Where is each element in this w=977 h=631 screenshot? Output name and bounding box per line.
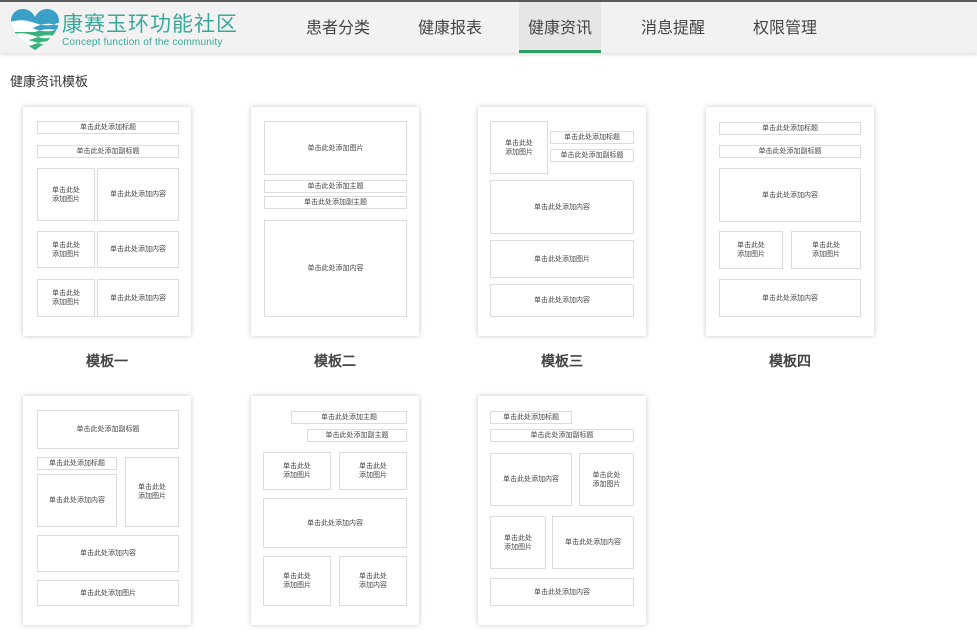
- content-placeholder[interactable]: 单击此处添加内容: [719, 168, 861, 222]
- image-placeholder[interactable]: 单击此处添加图片: [264, 121, 407, 175]
- content-placeholder[interactable]: 单击此处添加内容: [719, 279, 861, 317]
- title-placeholder[interactable]: 单击此处添加标题: [550, 131, 634, 144]
- image-placeholder[interactable]: 单击此处 添加图片: [490, 121, 548, 174]
- template-card-1[interactable]: 单击此处添加标题 单击此处添加副标题 单击此处 添加图片 单击此处添加内容 单击…: [23, 107, 191, 336]
- image-placeholder[interactable]: 单击此处 添加图片: [490, 516, 546, 569]
- title-placeholder[interactable]: 单击此处添加标题: [37, 457, 117, 470]
- template-name-2: 模板二: [314, 354, 356, 370]
- template-card-3[interactable]: 单击此处 添加图片 单击此处添加标题 单击此处添加副标题 单击此处添加内容 单击…: [478, 107, 646, 336]
- tab-message-reminder[interactable]: 消息提醒: [617, 2, 729, 53]
- subtitle-placeholder[interactable]: 单击此处添加副标题: [490, 429, 634, 442]
- tab-permission-management[interactable]: 权限管理: [729, 2, 841, 53]
- main-title-placeholder[interactable]: 单击此处添加主题: [264, 180, 407, 193]
- template-name-4: 模板四: [769, 354, 811, 370]
- subtitle-placeholder[interactable]: 单击此处添加副标题: [719, 145, 861, 158]
- image-placeholder[interactable]: 单击此处 添加图片: [37, 279, 95, 317]
- logo-title: 康赛玉环功能社区: [62, 12, 238, 36]
- template-card-4[interactable]: 单击此处添加标题 单击此处添加副标题 单击此处添加内容 单击此处 添加图片 单击…: [706, 107, 874, 336]
- logo-subtitle: Concept function of the community: [62, 37, 223, 48]
- image-placeholder[interactable]: 单击此处 添加图片: [263, 452, 331, 490]
- template-name-3: 模板三: [541, 354, 583, 370]
- sub-main-title-placeholder[interactable]: 单击此处添加副主题: [264, 196, 407, 209]
- subtitle-placeholder[interactable]: 单击此处添加副标题: [550, 149, 634, 162]
- image-placeholder[interactable]: 单击此处添加图片: [37, 580, 179, 606]
- subtitle-placeholder[interactable]: 单击此处添加副标题: [37, 410, 179, 449]
- heart-logo-icon: [11, 9, 59, 50]
- template-card-6[interactable]: 单击此处添加主题 单击此处添加副主题 单击此处 添加图片 单击此处 添加图片 单…: [251, 396, 419, 625]
- template-card-7[interactable]: 单击此处添加标题 单击此处添加副标题 单击此处添加内容 单击此处 添加图片 单击…: [478, 396, 646, 625]
- image-placeholder[interactable]: 单击此处 添加图片: [791, 231, 861, 269]
- tab-health-report[interactable]: 健康报表: [394, 2, 506, 53]
- subtitle-placeholder[interactable]: 单击此处添加副标题: [37, 145, 179, 158]
- title-placeholder[interactable]: 单击此处添加标题: [719, 122, 861, 135]
- content-placeholder[interactable]: 单击此处添加内容: [263, 498, 407, 548]
- logo[interactable]: 康赛玉环功能社区 Concept function of the communi…: [10, 6, 240, 52]
- image-placeholder[interactable]: 单击此处 添加图片: [37, 231, 95, 268]
- content-placeholder[interactable]: 单击此处 添加内容: [339, 556, 407, 606]
- content-placeholder[interactable]: 单击此处添加内容: [37, 474, 117, 527]
- image-placeholder[interactable]: 单击此处 添加图片: [339, 452, 407, 490]
- image-placeholder[interactable]: 单击此处 添加图片: [719, 231, 783, 269]
- template-card-5[interactable]: 单击此处添加副标题 单击此处添加标题 单击此处添加内容 单击此处 添加图片 单击…: [23, 396, 191, 625]
- tab-patient-category[interactable]: 患者分类: [282, 2, 394, 53]
- content-placeholder[interactable]: 单击此处添加内容: [490, 578, 634, 606]
- sub-main-title-placeholder[interactable]: 单击此处添加副主题: [307, 429, 407, 442]
- content-placeholder[interactable]: 单击此处添加内容: [490, 180, 634, 234]
- content-placeholder[interactable]: 单击此处添加内容: [264, 220, 407, 317]
- main-title-placeholder[interactable]: 单击此处添加主题: [291, 411, 407, 424]
- content-placeholder[interactable]: 单击此处添加内容: [490, 453, 572, 506]
- content-placeholder[interactable]: 单击此处添加内容: [97, 279, 179, 317]
- content-placeholder[interactable]: 单击此处添加内容: [490, 284, 634, 317]
- image-placeholder[interactable]: 单击此处 添加图片: [37, 168, 95, 221]
- top-header: 康赛玉环功能社区 Concept function of the communi…: [0, 0, 977, 53]
- image-placeholder[interactable]: 单击此处 添加图片: [125, 457, 179, 527]
- tab-health-news[interactable]: 健康资讯: [519, 2, 601, 53]
- content-placeholder[interactable]: 单击此处添加内容: [97, 168, 179, 221]
- content-placeholder[interactable]: 单击此处添加内容: [97, 231, 179, 268]
- template-card-2[interactable]: 单击此处添加图片 单击此处添加主题 单击此处添加副主题 单击此处添加内容: [251, 107, 419, 336]
- title-placeholder[interactable]: 单击此处添加标题: [37, 121, 179, 134]
- image-placeholder[interactable]: 单击此处 添加图片: [263, 556, 331, 606]
- content-placeholder[interactable]: 单击此处添加内容: [37, 535, 179, 572]
- content-placeholder[interactable]: 单击此处添加内容: [552, 516, 634, 569]
- title-placeholder[interactable]: 单击此处添加标题: [490, 411, 572, 424]
- image-placeholder[interactable]: 单击此处 添加图片: [579, 453, 634, 506]
- template-name-1: 模板一: [86, 354, 128, 370]
- page-title: 健康资讯模板: [10, 75, 89, 90]
- image-placeholder[interactable]: 单击此处添加图片: [490, 240, 634, 278]
